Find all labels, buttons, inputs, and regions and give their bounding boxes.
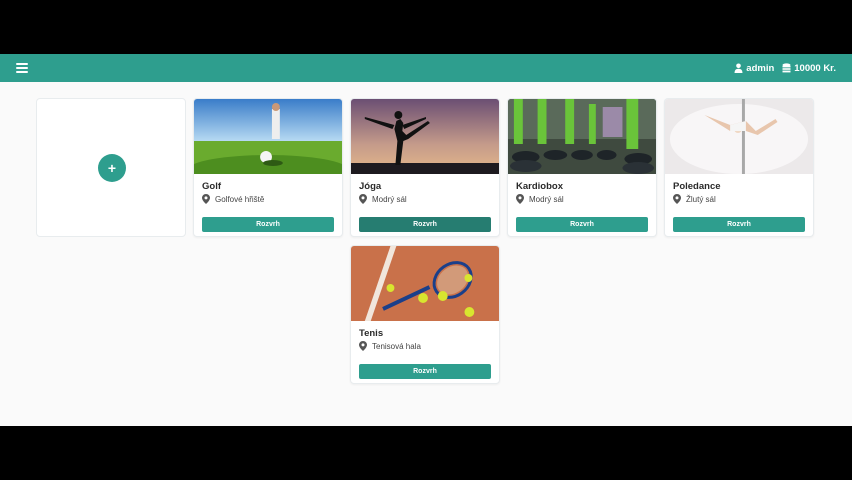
- activity-location: Golfové hřiště: [202, 194, 264, 204]
- add-activity-card: +: [36, 98, 186, 237]
- navbar-right: admin 10000 Kr.: [734, 63, 836, 74]
- location-label: Golfové hřiště: [215, 194, 265, 204]
- balance-display: 10000 Kr.: [782, 63, 836, 74]
- location-pin-icon: [516, 194, 524, 204]
- user-menu[interactable]: admin: [734, 63, 774, 74]
- golf-photo: [194, 99, 342, 174]
- location-pin-icon: [359, 341, 367, 351]
- activity-title: Poledance: [673, 181, 721, 192]
- schedule-button[interactable]: Rozvrh: [359, 217, 491, 232]
- activity-card-kardiobox: Kardiobox Modrý sál Rozvrh: [507, 98, 657, 237]
- username: admin: [746, 62, 775, 74]
- activity-location: Žlutý sál: [673, 194, 716, 204]
- activity-card-tennis: Tenis Tenisová hala Rozvrh: [350, 245, 500, 384]
- location-label: Modrý sál: [372, 194, 407, 204]
- activity-title: Jóga: [359, 181, 382, 192]
- location-pin-icon: [202, 194, 210, 204]
- location-label: Tenisová hala: [372, 341, 421, 351]
- schedule-button[interactable]: Rozvrh: [673, 217, 805, 232]
- hamburger-icon[interactable]: [16, 63, 28, 73]
- kardiobox-photo: [508, 99, 656, 174]
- activity-title: Tenis: [359, 328, 384, 339]
- activity-location: Modrý sál: [516, 194, 564, 204]
- add-activity-button[interactable]: +: [98, 154, 126, 182]
- activity-card-yoga: Jóga Modrý sál Rozvrh: [350, 98, 500, 237]
- location-pin-icon: [359, 194, 367, 204]
- activity-card-golf: Golf Golfové hřiště Rozvrh: [193, 98, 343, 237]
- app-viewport: admin 10000 Kr. + Golf Golfové hřiště Ro…: [0, 54, 852, 426]
- activity-title: Kardiobox: [516, 181, 563, 192]
- tennis-photo: [351, 246, 499, 321]
- user-icon: [734, 63, 743, 73]
- schedule-button[interactable]: Rozvrh: [359, 364, 491, 379]
- location-label: Žlutý sál: [686, 194, 716, 204]
- activity-location: Modrý sál: [359, 194, 407, 204]
- balance-value: 10000 Kr.: [794, 62, 836, 74]
- top-navbar: admin 10000 Kr.: [0, 54, 852, 82]
- activity-card-poledance: Poledance Žlutý sál Rozvrh: [664, 98, 814, 237]
- schedule-button[interactable]: Rozvrh: [516, 217, 648, 232]
- coins-icon: [782, 63, 791, 73]
- plus-icon: +: [107, 160, 117, 176]
- activity-location: Tenisová hala: [359, 341, 421, 351]
- schedule-button[interactable]: Rozvrh: [202, 217, 334, 232]
- location-label: Modrý sál: [529, 194, 564, 204]
- yoga-photo: [351, 99, 499, 174]
- poledance-photo: [665, 99, 813, 174]
- location-pin-icon: [673, 194, 681, 204]
- activity-title: Golf: [202, 181, 221, 192]
